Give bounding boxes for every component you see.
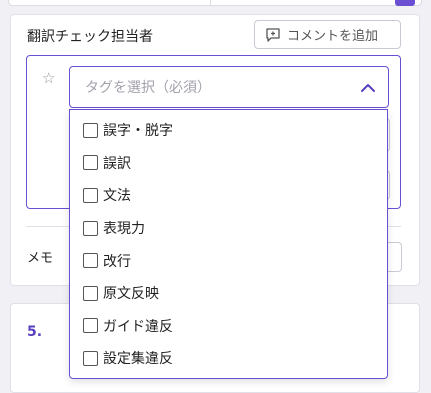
option-label: 誤字・脱字: [103, 123, 173, 140]
previous-card: [8, 0, 422, 6]
memo-label: メモ: [27, 251, 54, 266]
add-comment-label: コメントを追加: [287, 29, 379, 44]
checkbox[interactable]: [83, 350, 98, 366]
section-title: 翻訳チェック担当者: [27, 29, 153, 45]
add-comment-button[interactable]: コメントを追加: [254, 20, 401, 49]
tag-option[interactable]: 誤訳: [70, 147, 387, 180]
option-label: ガイド違反: [103, 318, 173, 335]
tag-option[interactable]: 表現力: [70, 212, 387, 245]
previous-primary-button[interactable]: [395, 0, 415, 6]
option-label: 誤訳: [103, 155, 131, 172]
comment-plus-icon: [266, 27, 280, 42]
tag-select[interactable]: タグを選択（必須）: [69, 66, 389, 108]
tag-dropdown: 誤字・脱字 誤訳 文法 表現力 改行 原文反映 ガイド違反 設定集違反: [69, 109, 388, 379]
star-outline-icon[interactable]: ☆: [42, 69, 55, 87]
checkbox[interactable]: [83, 220, 98, 236]
option-label: 改行: [103, 253, 131, 270]
checkbox[interactable]: [83, 318, 98, 334]
checkbox[interactable]: [83, 187, 98, 203]
tag-option[interactable]: 誤字・脱字: [70, 114, 387, 147]
checkbox[interactable]: [83, 122, 98, 138]
chevron-up-icon[interactable]: [358, 78, 378, 98]
checkbox[interactable]: [83, 155, 98, 171]
checkbox[interactable]: [83, 253, 98, 269]
option-label: 表現力: [103, 221, 145, 238]
tag-option[interactable]: 設定集違反: [70, 342, 387, 375]
option-label: 文法: [103, 188, 131, 205]
option-label: 原文反映: [103, 286, 159, 303]
previous-card-divider: [210, 0, 211, 6]
tag-option[interactable]: 原文反映: [70, 277, 387, 310]
tag-select-placeholder: タグを選択（必須）: [85, 80, 211, 96]
item-number: 5.: [27, 324, 43, 340]
tag-option[interactable]: 文法: [70, 179, 387, 212]
checkbox[interactable]: [83, 285, 98, 301]
tag-option[interactable]: 改行: [70, 244, 387, 277]
tag-option[interactable]: ガイド違反: [70, 310, 387, 343]
option-label: 設定集違反: [103, 351, 173, 368]
